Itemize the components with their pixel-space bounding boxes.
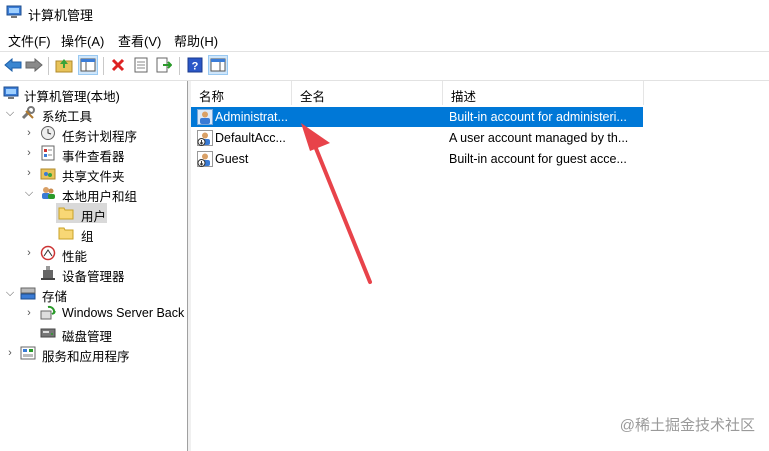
cell-description: A user account managed by th...: [449, 131, 629, 145]
tree-item-event-viewer[interactable]: › 事件查看器: [0, 143, 187, 164]
chevron-right-icon[interactable]: ›: [24, 246, 34, 260]
properties-icon[interactable]: [131, 55, 151, 75]
column-divider[interactable]: [643, 81, 644, 105]
tree-item-root[interactable]: 计算机管理(本地): [0, 83, 187, 104]
menu-action[interactable]: 操作(A): [61, 31, 104, 50]
action-pane-icon[interactable]: [208, 55, 228, 75]
title-bar: 计算机管理: [0, 0, 769, 26]
column-header-name[interactable]: 名称: [191, 81, 291, 105]
folder-icon: [58, 207, 74, 220]
tree-item-users[interactable]: 用户: [0, 203, 187, 224]
tree-item-windows-server-backup[interactable]: › Windows Server Back: [0, 303, 187, 323]
help-icon[interactable]: ?: [185, 55, 205, 75]
column-label: 名称: [199, 90, 225, 104]
watermark-text: @稀土掘金技术社区: [619, 417, 755, 434]
disk-icon: [40, 328, 56, 338]
event-viewer-icon: [41, 145, 55, 161]
clock-icon: [41, 126, 55, 140]
tree-item-local-users-groups[interactable]: ⌵ 本地用户和组: [0, 183, 187, 204]
user-disabled-icon: [197, 151, 213, 167]
device-manager-icon: [41, 266, 55, 280]
tools-icon: [21, 106, 35, 120]
toolbar-separator: [48, 57, 49, 75]
window-title: 计算机管理: [28, 8, 94, 23]
toolbar-separator: [103, 57, 104, 75]
menu-help[interactable]: 帮助(H): [174, 31, 218, 50]
users-group-icon: [42, 187, 55, 199]
user-icon: [197, 109, 213, 125]
tree-item-services-apps[interactable]: › 服务和应用程序: [0, 343, 187, 364]
tree-item-disk-management[interactable]: 磁盘管理: [0, 323, 187, 344]
forward-icon[interactable]: [24, 55, 44, 75]
up-folder-icon[interactable]: [54, 55, 74, 75]
computer-management-icon: [6, 5, 22, 18]
performance-icon: [40, 245, 56, 261]
menu-file[interactable]: 文件(F): [8, 31, 51, 50]
menu-view[interactable]: 查看(V): [118, 31, 161, 50]
user-disabled-icon: [197, 130, 213, 146]
chevron-right-icon[interactable]: ›: [24, 166, 34, 180]
shared-folder-icon: [40, 168, 56, 180]
column-label: 全名: [300, 90, 326, 104]
back-icon[interactable]: [3, 55, 23, 75]
tree-item-performance[interactable]: › 性能: [0, 243, 187, 264]
tree-item-storage[interactable]: ⌵ 存储: [0, 283, 187, 304]
folder-icon: [58, 227, 74, 240]
column-header-description[interactable]: 描述: [443, 81, 643, 105]
backup-icon: [40, 305, 56, 320]
storage-icon: [20, 287, 36, 300]
column-header-fullname[interactable]: 全名: [292, 81, 442, 105]
toolbar: ?: [0, 51, 769, 81]
delete-icon[interactable]: [108, 55, 128, 75]
cell-name: Administrat...: [215, 110, 288, 124]
users-list-view: 名称 全名 描述 Administrat... Built-in account…: [191, 81, 769, 451]
chevron-down-icon[interactable]: ⌵: [5, 286, 15, 300]
chevron-right-icon[interactable]: ›: [24, 146, 34, 160]
menu-bar: 文件(F) 操作(A) 查看(V) 帮助(H): [0, 28, 769, 50]
console-tree: 计算机管理(本地) ⌵ 系统工具 › 任务计划程序 › 事件查看器 › 共享文件…: [0, 81, 188, 451]
table-row[interactable]: DefaultAcc... A user account managed by …: [191, 128, 643, 148]
tree-item-shared-folders[interactable]: › 共享文件夹: [0, 163, 187, 184]
toolbar-separator: [179, 57, 180, 75]
tree-label: Windows Server Back: [62, 306, 185, 320]
tree-item-task-scheduler[interactable]: › 任务计划程序: [0, 123, 187, 144]
column-label: 描述: [451, 90, 477, 104]
cell-name: Guest: [215, 152, 249, 166]
tree-item-device-manager[interactable]: 设备管理器: [0, 263, 187, 284]
tree-item-groups[interactable]: 组: [0, 223, 187, 244]
cell-description: Built-in account for guest acce...: [449, 152, 627, 166]
services-icon: [20, 346, 36, 360]
tree-label: 服务和应用程序: [42, 350, 130, 364]
cell-name: DefaultAcc...: [215, 131, 286, 145]
chevron-down-icon[interactable]: ⌵: [5, 106, 15, 120]
table-row[interactable]: Administrat... Built-in account for admi…: [191, 107, 643, 127]
chevron-down-icon[interactable]: ⌵: [24, 186, 34, 200]
table-row[interactable]: Guest Built-in account for guest acce...: [191, 149, 643, 169]
export-icon[interactable]: [154, 55, 174, 75]
show-tree-icon[interactable]: [78, 55, 98, 75]
chevron-right-icon[interactable]: ›: [5, 346, 15, 360]
tree-item-system-tools[interactable]: ⌵ 系统工具: [0, 103, 187, 124]
chevron-right-icon[interactable]: ›: [24, 306, 34, 320]
svg-text:?: ?: [192, 61, 199, 73]
chevron-right-icon[interactable]: ›: [24, 126, 34, 140]
cell-description: Built-in account for administeri...: [449, 110, 627, 124]
computer-management-icon: [3, 86, 19, 99]
